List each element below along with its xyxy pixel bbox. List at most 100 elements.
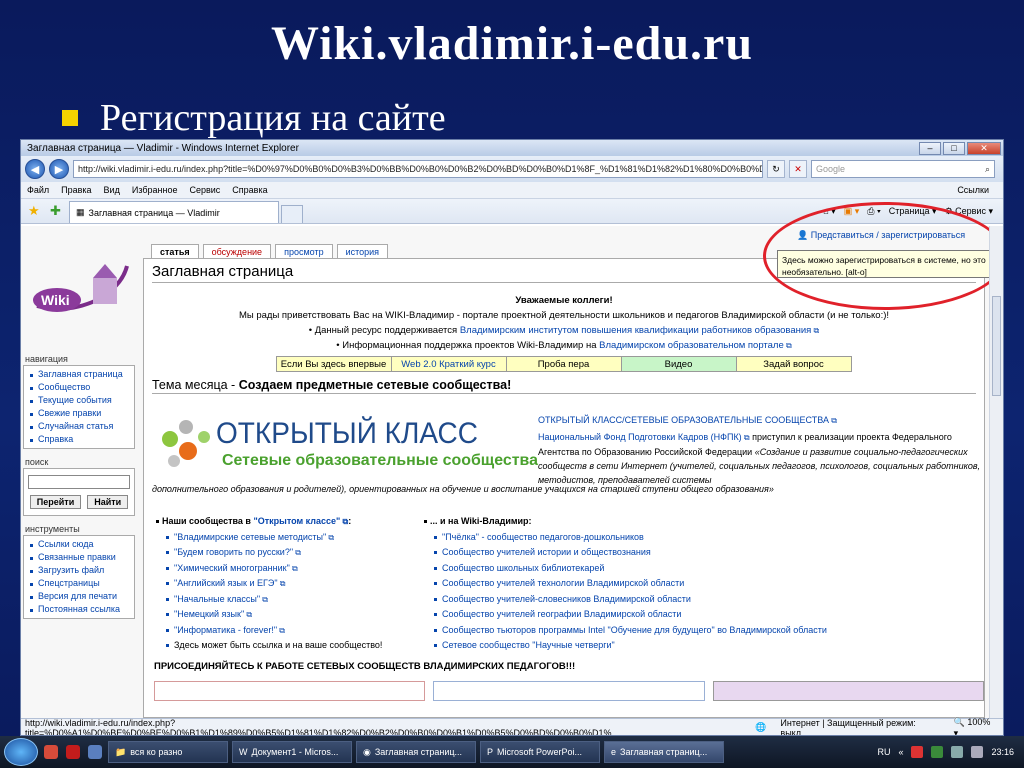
quick-link-web20[interactable]: Web 2.0 Краткий курс	[390, 356, 507, 372]
quick-link-ask[interactable]: Задай вопрос	[735, 356, 852, 372]
tool-special-pages[interactable]: Спецстраницы	[30, 577, 130, 590]
tab-discussion[interactable]: обсуждение	[202, 244, 272, 259]
tool-related-changes[interactable]: Связанные правки	[30, 551, 130, 564]
maximize-icon[interactable]: □	[943, 141, 965, 155]
list-item[interactable]: Сообщество школьных библиотекарей	[424, 561, 984, 577]
list-item[interactable]: Сообщество учителей географии Владимирск…	[424, 607, 984, 623]
list-item[interactable]: "Английский язык и ЕГЭ"	[156, 576, 424, 592]
slide-bullet: Регистрация на сайте	[62, 96, 446, 140]
list-item[interactable]: Сообщество тьюторов программы Intel "Обу…	[424, 623, 984, 639]
forward-button[interactable]: ▶	[49, 159, 69, 179]
list-item[interactable]: Сообщество учителей истории и обществозн…	[424, 545, 984, 561]
find-button[interactable]: Найти	[87, 495, 129, 509]
list-item[interactable]: Сообщество учителей технологии Владимирс…	[424, 576, 984, 592]
scrollbar-thumb[interactable]	[992, 296, 1001, 396]
print-icon[interactable]: ⎙ ▾	[867, 206, 880, 217]
feeds-icon[interactable]: ▣ ▾	[844, 206, 860, 217]
taskbar-item[interactable]: e Заглавная страниц...	[604, 741, 724, 763]
quick-links-table: Если Вы здесь впервые Web 2.0 Краткий ку…	[152, 356, 976, 372]
search-input[interactable]: Google ⌕	[811, 160, 995, 178]
add-favorite-icon[interactable]: ✚	[50, 203, 66, 219]
quick-link-video[interactable]: Видео	[620, 356, 737, 372]
zoom-control[interactable]: 🔍 100% ▾	[954, 717, 997, 736]
list-item[interactable]: "Информатика - forever!"	[156, 623, 424, 639]
wiki-search-input[interactable]	[28, 475, 130, 489]
scrollbar[interactable]	[989, 226, 1003, 718]
list-item[interactable]: "Начальные классы"	[156, 592, 424, 608]
links-button[interactable]: Ссылки	[957, 185, 1003, 195]
login-link[interactable]: 👤 Представиться / зарегистрироваться	[797, 230, 965, 241]
menu-edit[interactable]: Правка	[61, 185, 91, 195]
tab-article[interactable]: статья	[151, 244, 199, 259]
tools-portlet: Ссылки сюда Связанные правки Загрузить ф…	[23, 535, 135, 619]
nav-item-help[interactable]: Справка	[30, 433, 130, 446]
wiki-logo[interactable]: Wiki	[27, 256, 139, 324]
minimize-icon[interactable]: –	[919, 141, 941, 155]
browser-tab[interactable]: ▦ Заглавная страница — Vladimir	[69, 201, 279, 223]
quick-link-first-time[interactable]: Если Вы здесь впервые	[275, 356, 392, 372]
tooltip: Здесь можно зарегистрироваться в системе…	[777, 250, 1003, 278]
menu-file[interactable]: Файл	[27, 185, 49, 195]
start-button[interactable]	[4, 738, 38, 766]
taskbar-item[interactable]: P Microsoft PowerPoi...	[480, 741, 600, 763]
list-item[interactable]: "Владимирские сетевые методисты"	[156, 530, 424, 546]
taskbar-item[interactable]: 📁 вся ко разно	[108, 741, 228, 763]
menu-tools[interactable]: Сервис	[189, 185, 220, 195]
desktop-icon[interactable]	[88, 745, 102, 759]
taskbar-item[interactable]: W Документ1 - Micros...	[232, 741, 352, 763]
list-item[interactable]: "Пчёлка" - сообщество педагогов-дошкольн…	[424, 530, 984, 546]
opera-icon[interactable]	[66, 745, 80, 759]
firefox-icon: ◉	[363, 746, 371, 757]
nav-item-community[interactable]: Сообщество	[30, 381, 130, 394]
chrome-icon[interactable]	[44, 745, 58, 759]
new-tab-button[interactable]	[281, 205, 303, 223]
nfpk-link[interactable]: Национальный Фонд Подготовки Кадров (НФП…	[538, 432, 750, 442]
tray-app-icon[interactable]	[911, 746, 924, 758]
close-icon[interactable]: ✕	[967, 141, 1001, 155]
ok-subtitle: Сетевые образовательные сообщества	[222, 452, 538, 469]
support2-link[interactable]: Владимирском образовательном портале	[599, 340, 792, 351]
list-item[interactable]: Сообщество учителей-словесников Владимир…	[424, 592, 984, 608]
tab-history[interactable]: история	[336, 244, 389, 259]
quick-link-trial[interactable]: Проба пера	[505, 356, 622, 372]
tool-printable-version[interactable]: Версия для печати	[30, 590, 130, 603]
list-item[interactable]: Сетевое сообщество "Научные четверги"	[424, 638, 984, 654]
back-button[interactable]: ◀	[25, 159, 45, 179]
nav-item-recent-changes[interactable]: Свежие правки	[30, 407, 130, 420]
network-icon[interactable]	[951, 746, 964, 758]
favorites-star-icon[interactable]: ★	[28, 203, 44, 219]
tab-view[interactable]: просмотр	[275, 244, 333, 259]
refresh-icon[interactable]: ↻	[767, 160, 785, 178]
support1-link[interactable]: Владимирским институтом повышения квалиф…	[460, 325, 819, 336]
clock[interactable]: 23:16	[991, 747, 1014, 757]
left-head-link[interactable]: "Открытом классе"	[253, 516, 348, 526]
slide-bullet-text: Регистрация на сайте	[100, 97, 446, 139]
tool-upload-file[interactable]: Загрузить файл	[30, 564, 130, 577]
language-indicator[interactable]: RU	[877, 747, 890, 757]
home-icon[interactable]: ⌂ ▾	[823, 206, 835, 217]
tool-what-links-here[interactable]: Ссылки сюда	[30, 538, 130, 551]
list-item[interactable]: "Химический многогранник"	[156, 561, 424, 577]
nav-item-random-article[interactable]: Случайная статья	[30, 420, 130, 433]
nav-item-main-page[interactable]: Заглавная страница	[30, 368, 130, 381]
nav-item-current-events[interactable]: Текущие события	[30, 394, 130, 407]
stop-icon[interactable]: ✕	[789, 160, 807, 178]
volume-icon[interactable]	[971, 746, 984, 758]
page-menu-button[interactable]: Страница ▾	[889, 206, 937, 217]
go-button[interactable]: Перейти	[29, 495, 82, 509]
menu-favorites[interactable]: Избранное	[132, 185, 178, 195]
tray-expand-icon[interactable]: «	[898, 747, 903, 757]
ok-link[interactable]: ОТКРЫТЫЙ КЛАСС/СЕТЕВЫЕ ОБРАЗОВАТЕЛЬНЫЕ С…	[538, 413, 982, 428]
url-field[interactable]: http://wiki.vladimir.i-edu.ru/index.php?…	[73, 160, 763, 178]
list-item[interactable]: "Будем говорить по русски?"	[156, 545, 424, 561]
tool-permanent-link[interactable]: Постоянная ссылка	[30, 603, 130, 616]
search-icon[interactable]: ⌕	[985, 164, 990, 175]
menu-view[interactable]: Вид	[104, 185, 120, 195]
menu-help[interactable]: Справка	[232, 185, 267, 195]
tray-app-icon[interactable]	[931, 746, 944, 758]
ie-window: Заглавная страница — Vladimir - Windows …	[20, 139, 1004, 736]
taskbar-item[interactable]: ◉ Заглавная страниц...	[356, 741, 476, 763]
open-class-logo[interactable]: ОТКРЫТЫЙ КЛАСС Сетевые образовательные с…	[152, 409, 542, 481]
tools-menu-button[interactable]: ⚙ Сервис ▾	[945, 206, 993, 217]
list-item[interactable]: "Немецкий язык"	[156, 607, 424, 623]
